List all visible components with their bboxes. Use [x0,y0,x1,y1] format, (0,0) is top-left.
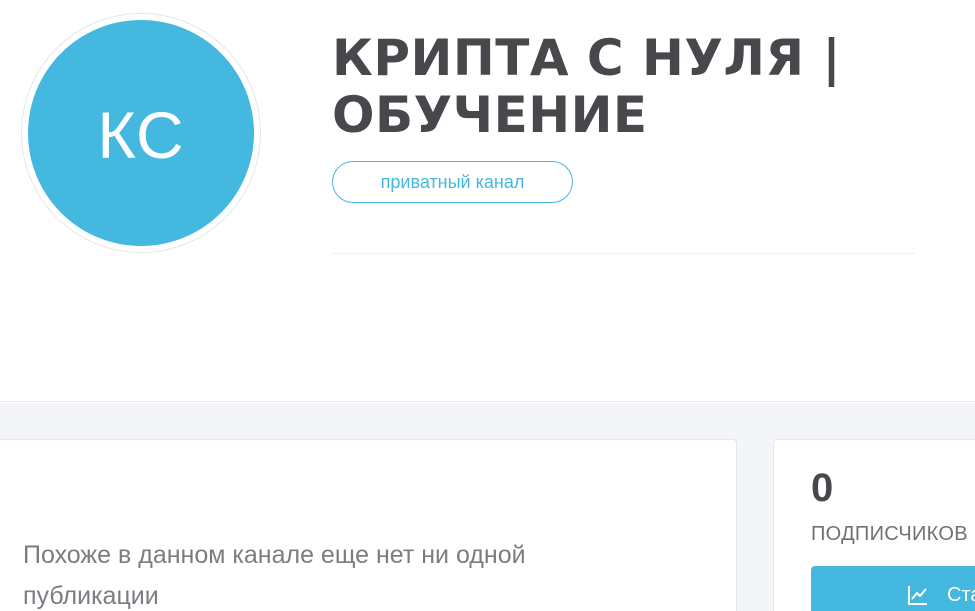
channel-avatar: КС [28,20,254,246]
subscribers-label: ПОДПИСЧИКОВ [811,523,968,545]
empty-posts-message: Похоже в данном канале еще нет ни одной … [23,541,526,610]
avatar-initials: КС [97,98,185,172]
subscribers-count: 0 [811,466,834,510]
channel-title: КРИПТА С НУЛЯ | ОБУЧЕНИЕ [332,29,842,144]
statistics-button-label: Ста [947,584,975,606]
line-chart-icon [908,586,927,605]
channel-page: КС КРИПТА С НУЛЯ | ОБУЧЕНИЕ приватный ка… [0,0,975,611]
posts-card: Похоже в данном канале еще нет ни одной … [0,439,737,611]
header-divider [332,253,915,254]
private-channel-badge: приватный канал [332,161,573,203]
statistics-button[interactable]: Ста [811,566,975,611]
channel-header: КС КРИПТА С НУЛЯ | ОБУЧЕНИЕ приватный ка… [0,0,975,402]
stats-card: 0 ПОДПИСЧИКОВ Ста [773,439,975,611]
content-area: Похоже в данном канале еще нет ни одной … [0,403,975,611]
